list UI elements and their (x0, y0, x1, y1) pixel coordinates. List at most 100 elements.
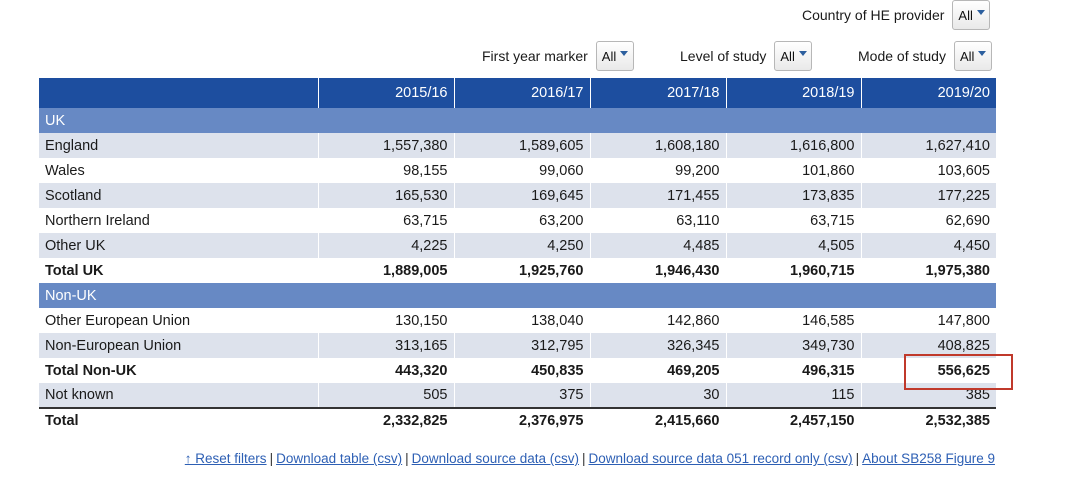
row-label: Non-European Union (39, 333, 318, 358)
filter-mode-label: Mode of study (858, 48, 946, 64)
cell: 98,155 (317, 158, 454, 183)
cell: 505 (317, 383, 454, 408)
cell: 349,730 (725, 333, 861, 358)
cell: 4,485 (589, 233, 726, 258)
cell: 326,345 (589, 333, 726, 358)
cell: 99,060 (453, 158, 590, 183)
first-year-select[interactable]: All (595, 41, 634, 71)
row-label: Not known (39, 383, 318, 408)
cell: 63,715 (317, 208, 454, 233)
download-051-link[interactable]: Download source data 051 record only (cs… (589, 451, 853, 466)
cell: 1,946,430 (589, 258, 726, 283)
row-label: England (39, 133, 318, 158)
table-row: Other European Union 130,150 138,040 142… (39, 308, 996, 333)
table-header-row: 2015/16 2016/17 2017/18 2018/19 2019/20 (39, 78, 996, 108)
cell: 469,205 (589, 358, 726, 383)
filter-mode: Mode of study All (858, 41, 992, 71)
group-row-uk: UK (39, 108, 996, 133)
cell: 115 (725, 383, 861, 408)
footer-links: ↑ Reset filters | Download table (csv) | Dow… (185, 451, 995, 466)
cell: 312,795 (453, 333, 590, 358)
separator: | (269, 451, 274, 466)
cell: 63,200 (453, 208, 590, 233)
reset-filters-link[interactable]: ↑ Reset filters (185, 451, 267, 466)
cell: 173,835 (725, 183, 861, 208)
download-table-link[interactable]: Download table (csv) (276, 451, 402, 466)
row-label: Scotland (39, 183, 318, 208)
cell: 171,455 (589, 183, 726, 208)
cell: 101,860 (725, 158, 861, 183)
cell: 62,690 (860, 208, 996, 233)
cell: 1,925,760 (453, 258, 590, 283)
chevron-down-icon (798, 50, 807, 56)
chevron-down-icon (620, 50, 629, 56)
table-row: Northern Ireland 63,715 63,200 63,110 63… (39, 208, 996, 233)
cell: 443,320 (317, 358, 454, 383)
mode-select[interactable]: All (953, 41, 992, 71)
total-row-non-uk: Total Non-UK 443,320 450,835 469,205 496… (39, 358, 996, 383)
download-source-link[interactable]: Download source data (csv) (412, 451, 579, 466)
level-select-value: All (780, 48, 795, 64)
cell: 1,616,800 (725, 133, 861, 158)
cell: 142,860 (589, 308, 726, 333)
cell: 375 (453, 383, 590, 408)
cell: 2,376,975 (453, 407, 590, 433)
filter-country-label: Country of HE provider (802, 7, 945, 23)
highlight-box (904, 354, 1013, 390)
grand-total-row: Total 2,332,825 2,376,975 2,415,660 2,45… (39, 407, 996, 433)
separator: | (855, 451, 860, 466)
column-header: 2018/19 (725, 78, 861, 108)
row-label: Other European Union (39, 308, 318, 333)
cell: 30 (589, 383, 726, 408)
table-row: Scotland 165,530 169,645 171,455 173,835… (39, 183, 996, 208)
level-select[interactable]: All (774, 41, 813, 71)
filter-first-year: First year marker All (482, 41, 634, 71)
column-header (39, 78, 318, 108)
cell: 103,605 (860, 158, 996, 183)
filter-level: Level of study All (680, 41, 813, 71)
cell: 165,530 (317, 183, 454, 208)
cell: 1,557,380 (317, 133, 454, 158)
filter-level-label: Level of study (680, 48, 767, 64)
column-header: 2015/16 (317, 78, 454, 108)
cell: 99,200 (589, 158, 726, 183)
filter-first-year-label: First year marker (482, 48, 588, 64)
total-row-uk: Total UK 1,889,005 1,925,760 1,946,430 1… (39, 258, 996, 283)
row-label: Total (39, 407, 318, 433)
country-select-value: All (958, 7, 973, 23)
row-label: Wales (39, 158, 318, 183)
cell: 496,315 (725, 358, 861, 383)
cell: 1,608,180 (589, 133, 726, 158)
cell: 2,415,660 (589, 407, 726, 433)
separator: | (581, 451, 586, 466)
cell: 1,975,380 (860, 258, 996, 283)
cell: 130,150 (317, 308, 454, 333)
separator: | (405, 451, 409, 466)
country-select[interactable]: All (952, 0, 991, 30)
row-label: Other UK (39, 233, 318, 258)
cell: 2,532,385 (860, 407, 996, 433)
column-header: 2019/20 (860, 78, 996, 108)
cell: 1,627,410 (860, 133, 996, 158)
about-link[interactable]: About SB258 Figure 9 (862, 451, 995, 466)
mode-select-value: All (959, 48, 975, 64)
row-label: Northern Ireland (39, 208, 318, 233)
cell: 138,040 (453, 308, 590, 333)
group-label: Non-UK (39, 283, 996, 308)
cell: 1,889,005 (317, 258, 454, 283)
cell: 147,800 (860, 308, 996, 333)
cell: 450,835 (453, 358, 590, 383)
group-row-non-uk: Non-UK (39, 283, 996, 308)
row-label: Total UK (39, 258, 318, 283)
chevron-down-icon (978, 50, 987, 56)
cell: 2,332,825 (317, 407, 454, 433)
first-year-select-value: All (601, 48, 617, 64)
data-table: 2015/16 2016/17 2017/18 2018/19 2019/20 … (39, 78, 996, 433)
column-header: 2017/18 (589, 78, 726, 108)
cell: 4,505 (725, 233, 861, 258)
cell: 4,225 (317, 233, 454, 258)
cell: 63,715 (725, 208, 861, 233)
cell: 63,110 (589, 208, 726, 233)
cell: 1,589,605 (453, 133, 590, 158)
table-row: Not known 505 375 30 115 385 (39, 383, 996, 408)
